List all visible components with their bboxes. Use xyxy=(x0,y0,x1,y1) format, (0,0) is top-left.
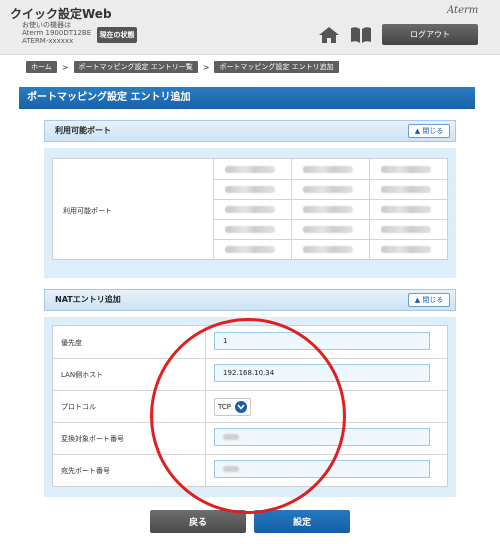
chevron-up-icon: ▲ xyxy=(414,127,421,135)
port-cell-blurred xyxy=(225,166,275,173)
collapse-label: 閉じる xyxy=(422,127,444,135)
port-cell-blurred xyxy=(303,206,353,213)
table-divider xyxy=(213,179,449,180)
nat-entry-header: NATエントリ追加 ▲ 閉じる xyxy=(44,289,456,311)
blurred-value xyxy=(223,434,239,440)
translated-port-label: 変換対象ポート番号 xyxy=(61,435,124,443)
port-cell-blurred xyxy=(225,246,275,253)
breadcrumb-entry-add: ポートマッピング設定 エントリ追加 xyxy=(214,61,339,73)
port-cell-blurred xyxy=(303,246,353,253)
protocol-value: TCP xyxy=(218,403,231,411)
table-divider xyxy=(369,159,370,259)
logout-button[interactable]: ログアウト xyxy=(382,24,478,45)
port-cell-blurred xyxy=(225,206,275,213)
form-divider xyxy=(53,390,447,391)
book-icon[interactable] xyxy=(349,26,373,48)
back-button[interactable]: 戻る xyxy=(150,510,246,533)
form-divider xyxy=(205,326,206,486)
lan-host-label: LAN側ホスト xyxy=(61,371,104,379)
table-divider xyxy=(213,219,449,220)
available-ports-header: 利用可能ポート ▲ 閉じる xyxy=(44,120,456,142)
port-cell-blurred xyxy=(303,186,353,193)
form-divider xyxy=(53,454,447,455)
priority-label: 優先度 xyxy=(61,339,82,347)
available-ports-title: 利用可能ポート xyxy=(55,126,111,135)
device-ssid: ATERM-xxxxxx xyxy=(22,37,74,45)
available-ports-row-label: 利用可能ポート xyxy=(63,207,112,215)
table-divider xyxy=(291,159,292,259)
collapse-label: 閉じる xyxy=(422,296,444,304)
device-model: Aterm 1900DT12BE xyxy=(22,29,92,37)
table-divider xyxy=(213,159,214,259)
destination-port-input[interactable] xyxy=(214,460,430,478)
breadcrumb-separator: > xyxy=(202,62,210,72)
destination-port-label: 宛先ポート番号 xyxy=(61,467,110,475)
set-button[interactable]: 設定 xyxy=(254,510,350,533)
protocol-label: プロトコル xyxy=(61,403,96,411)
top-header: クイック設定Web お使いの機器は Aterm 1900DT12BE ATERM… xyxy=(0,0,500,55)
priority-input[interactable]: 1 xyxy=(214,332,430,350)
breadcrumb-entry-list[interactable]: ポートマッピング設定 エントリ一覧 xyxy=(73,61,198,73)
lan-host-input[interactable]: 192.168.10.34 xyxy=(214,364,430,382)
breadcrumb-separator: > xyxy=(61,62,69,72)
port-cell-blurred xyxy=(381,226,431,233)
home-icon[interactable] xyxy=(318,26,340,48)
port-cell-blurred xyxy=(303,166,353,173)
brand-logo: Aterm xyxy=(447,5,479,16)
port-cell-blurred xyxy=(381,186,431,193)
table-divider xyxy=(213,239,449,240)
device-caption: お使いの機器は xyxy=(22,21,71,29)
chevron-down-icon xyxy=(234,401,247,413)
nat-entry-form: 優先度 1 LAN側ホスト 192.168.10.34 プロトコル TCP 変換… xyxy=(52,325,448,487)
form-divider xyxy=(53,358,447,359)
breadcrumb: ホーム > ポートマッピング設定 エントリ一覧 > ポートマッピング設定 エント… xyxy=(26,61,339,73)
port-cell-blurred xyxy=(225,186,275,193)
app-title: クイック設定Web xyxy=(10,7,112,21)
blurred-value xyxy=(223,466,239,472)
breadcrumb-home[interactable]: ホーム xyxy=(26,61,57,73)
page-title: ポートマッピング設定 エントリ追加 xyxy=(19,87,475,109)
available-ports-table: 利用可能ポート xyxy=(52,158,449,260)
collapse-available-ports-button[interactable]: ▲ 閉じる xyxy=(408,124,450,138)
chevron-up-icon: ▲ xyxy=(414,296,421,304)
form-divider xyxy=(53,422,447,423)
port-cell-blurred xyxy=(225,226,275,233)
port-cell-blurred xyxy=(303,226,353,233)
port-cell-blurred xyxy=(381,206,431,213)
port-cell-blurred xyxy=(381,166,431,173)
collapse-nat-entry-button[interactable]: ▲ 閉じる xyxy=(408,293,450,307)
port-cell-blurred xyxy=(381,246,431,253)
table-divider xyxy=(213,199,449,200)
nat-entry-title: NATエントリ追加 xyxy=(55,295,121,304)
protocol-select[interactable]: TCP xyxy=(214,398,251,416)
translated-port-input[interactable] xyxy=(214,428,430,446)
current-status-button[interactable]: 現在の状態 xyxy=(97,27,137,43)
